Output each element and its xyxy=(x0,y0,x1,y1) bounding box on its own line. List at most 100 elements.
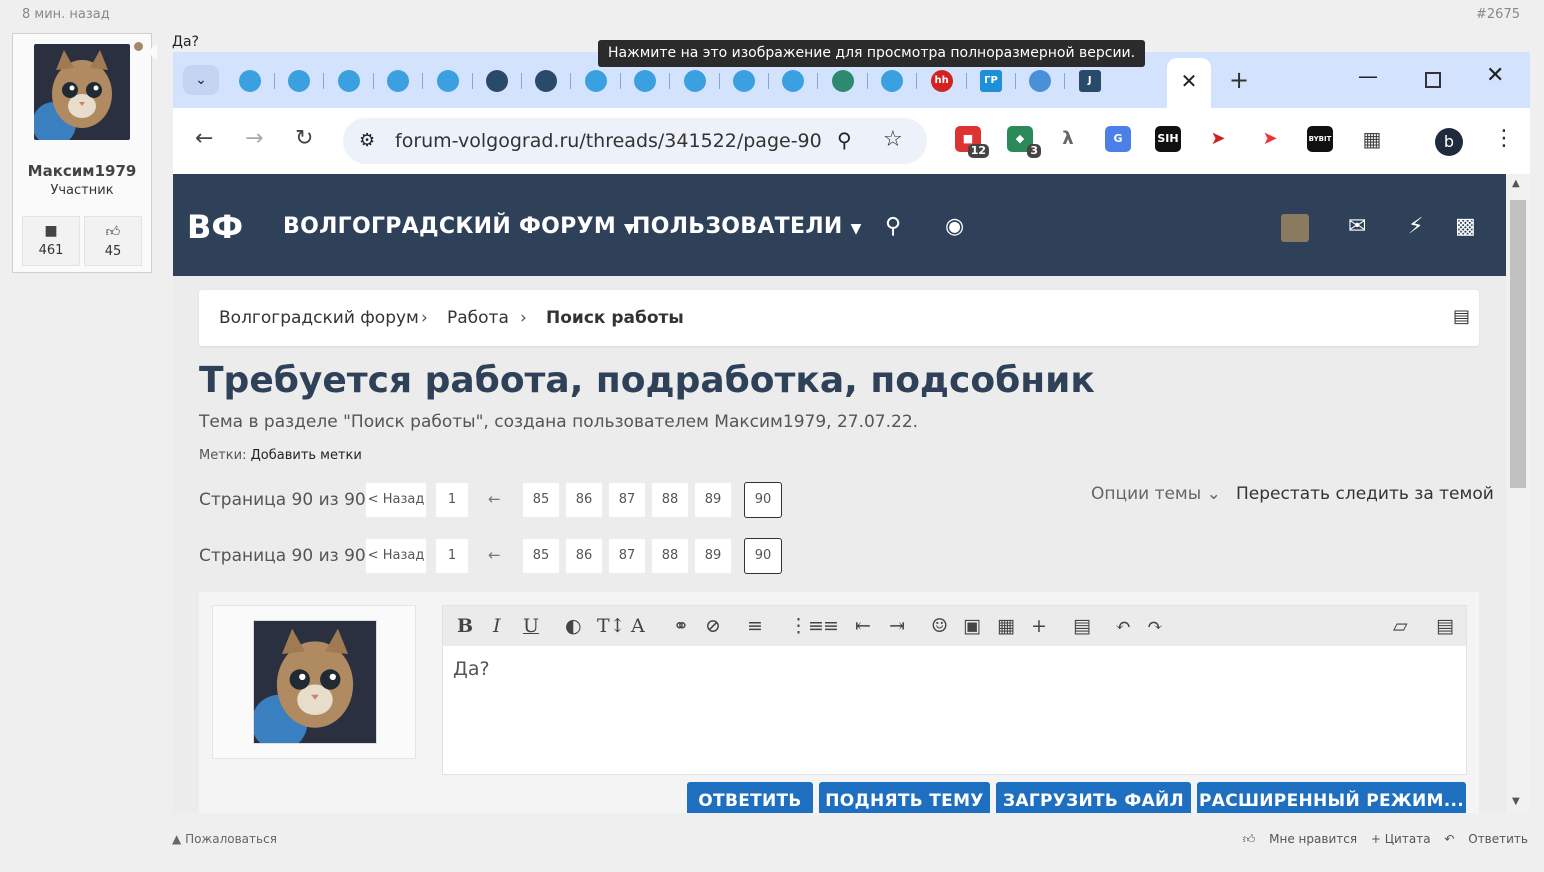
align-icon[interactable]: ≡ xyxy=(747,615,763,637)
zoom-icon[interactable]: ⚲ xyxy=(837,128,852,152)
page-1-button[interactable]: 1 xyxy=(435,538,469,574)
editor-text[interactable]: Да? xyxy=(453,658,490,680)
page-button[interactable]: 85 xyxy=(522,482,560,518)
app-tab[interactable] xyxy=(583,68,609,94)
menu-kebab-icon[interactable]: ⋮ xyxy=(1493,126,1515,151)
lightning-icon[interactable]: ⚡︎ xyxy=(1408,214,1423,239)
scroll-thumb[interactable] xyxy=(1510,200,1526,488)
font-size-icon[interactable]: T↕ xyxy=(597,615,626,637)
thread-options[interactable]: Опции темы ⌄ xyxy=(1091,484,1221,504)
report-link[interactable]: ▲ Пожаловаться xyxy=(172,832,277,846)
page-button[interactable]: 85 xyxy=(522,538,560,574)
app-tab[interactable] xyxy=(237,68,263,94)
scroll-up-icon[interactable]: ▲ xyxy=(1512,178,1520,189)
page-button[interactable]: 88 xyxy=(651,482,689,518)
prev-page-button[interactable]: < Назад xyxy=(365,482,427,518)
translate-extension-icon[interactable]: G xyxy=(1105,126,1131,152)
undo-icon[interactable]: ↶ xyxy=(1115,615,1131,637)
rocket-extension-icon[interactable]: ➤ xyxy=(1205,126,1231,152)
current-page-button[interactable]: 90 xyxy=(744,482,782,518)
app-tab[interactable] xyxy=(632,68,658,94)
upload-file-button[interactable]: ЗАГРУЗИТЬ ФАЙЛ xyxy=(996,782,1191,813)
app-tab[interactable] xyxy=(780,68,806,94)
app-tab[interactable] xyxy=(435,68,461,94)
steam-tab[interactable] xyxy=(533,68,559,94)
underline-icon[interactable]: U xyxy=(523,615,539,637)
insert-plus-icon[interactable]: + xyxy=(1031,615,1047,637)
redo-icon[interactable]: ↷ xyxy=(1147,615,1163,637)
shield-extension-icon[interactable]: ◆ 3 xyxy=(1007,126,1041,158)
username[interactable]: Максим1979 xyxy=(13,162,151,180)
app-tab[interactable] xyxy=(385,68,411,94)
page-gap-arrow[interactable]: ← xyxy=(488,546,501,564)
forward-icon[interactable]: → xyxy=(245,126,263,151)
maximize-icon[interactable] xyxy=(1425,72,1441,88)
site-info-icon[interactable]: ⚙ xyxy=(359,130,375,151)
quote-link[interactable]: + Цитата xyxy=(1371,832,1431,846)
page-button[interactable]: 89 xyxy=(694,538,732,574)
reply-editor[interactable]: B I U ◐ T↕ A ⚭ ⊘ ≡ ⋮≡ ≡ ⇤ ⇥ ☺ ▣ ▦ + ▤ ↶ … xyxy=(442,605,1467,775)
pin-tab[interactable] xyxy=(830,68,856,94)
extensions-puzzle-icon[interactable]: ▦ xyxy=(1359,126,1385,152)
source-mode-icon[interactable]: ▤ xyxy=(1436,615,1454,637)
envelope-icon[interactable]: ✉ xyxy=(1348,214,1366,239)
advanced-mode-button[interactable]: РАСШИРЕННЫЙ РЕЖИМ... xyxy=(1197,782,1466,813)
page-button[interactable]: 88 xyxy=(651,538,689,574)
breadcrumb-forum[interactable]: Волгоградский форум xyxy=(219,308,419,328)
font-family-icon[interactable]: A xyxy=(631,615,645,637)
page-button[interactable]: 87 xyxy=(608,482,646,518)
post-number[interactable]: #2675 xyxy=(1476,7,1520,22)
smiley-icon[interactable]: ☺ xyxy=(931,615,948,637)
page-1-button[interactable]: 1 xyxy=(435,482,469,518)
minimize-icon[interactable]: — xyxy=(1358,64,1378,88)
money-icon[interactable]: ▩ xyxy=(1455,214,1476,239)
profile-avatar[interactable]: b xyxy=(1435,128,1463,156)
image-icon[interactable]: ▣ xyxy=(963,615,981,637)
reply-link[interactable]: ↶ Ответить xyxy=(1444,832,1528,846)
page-gap-arrow[interactable]: ← xyxy=(488,490,501,508)
gr-tab[interactable]: ГР xyxy=(978,68,1004,94)
page-button[interactable]: 86 xyxy=(565,482,603,518)
reply-button[interactable]: ОТВЕТИТЬ xyxy=(687,782,813,813)
current-page-button[interactable]: 90 xyxy=(744,538,782,574)
sih-extension-icon[interactable]: SIH xyxy=(1155,126,1181,152)
prev-page-button[interactable]: < Назад xyxy=(365,538,427,574)
color-icon[interactable]: ◐ xyxy=(565,615,582,637)
bookmark-star-icon[interactable]: ☆ xyxy=(883,127,903,152)
bump-thread-button[interactable]: ПОДНЯТЬ ТЕМУ xyxy=(819,782,990,813)
app-tab[interactable] xyxy=(336,68,362,94)
forum-logo[interactable]: ВФ xyxy=(187,208,243,246)
tab-search-button[interactable]: ⌄ xyxy=(183,65,219,95)
steam-tab[interactable] xyxy=(484,68,510,94)
j-tab[interactable]: J xyxy=(1077,68,1103,94)
app-tab[interactable] xyxy=(879,68,905,94)
acrobat-extension-icon[interactable]: λ xyxy=(1055,126,1081,152)
active-tab[interactable]: ✕ xyxy=(1167,58,1211,108)
chat-icon[interactable]: ◉ xyxy=(945,214,964,239)
sitemap-icon[interactable]: ▤ xyxy=(1453,306,1470,327)
media-icon[interactable]: ▦ xyxy=(997,615,1015,637)
rocket-red-extension-icon[interactable]: ➤ xyxy=(1257,126,1283,152)
page-button[interactable]: 87 xyxy=(608,538,646,574)
new-tab-button[interactable]: + xyxy=(1229,66,1249,94)
page-button[interactable]: 86 xyxy=(565,538,603,574)
post-time[interactable]: 8 мин. назад xyxy=(22,7,110,22)
address-bar[interactable]: ⚙ forum-volgograd.ru/threads/341522/page… xyxy=(343,118,927,164)
avatar[interactable] xyxy=(253,620,377,744)
post-image-screenshot[interactable]: ⌄ hh ГР J ✕ + — ✕ ← → ↻ ⚙ forum-volgograd.… xyxy=(173,52,1530,813)
unwatch-thread-link[interactable]: Перестать следить за темой xyxy=(1236,484,1494,504)
like-link[interactable]: 👍︎ Мне нравится xyxy=(1243,832,1357,846)
adblock-extension-icon[interactable]: ■ 12 xyxy=(955,126,989,158)
link-icon[interactable]: ⚭ xyxy=(673,615,689,637)
page-button[interactable]: 89 xyxy=(694,482,732,518)
close-tab-icon[interactable]: ✕ xyxy=(1181,69,1198,93)
italic-icon[interactable]: I xyxy=(493,615,501,637)
hh-tab[interactable]: hh xyxy=(929,68,955,94)
unlink-icon[interactable]: ⊘ xyxy=(705,615,721,637)
breadcrumb-work[interactable]: Работа xyxy=(447,308,509,328)
window-close-icon[interactable]: ✕ xyxy=(1486,63,1504,88)
page-scrollbar[interactable]: ▲ ▼ xyxy=(1506,174,1530,813)
bybit-extension-icon[interactable]: BYBIT xyxy=(1307,126,1333,152)
remove-format-icon[interactable]: ▱ xyxy=(1393,615,1408,637)
search-icon[interactable]: ⚲ xyxy=(885,214,901,239)
